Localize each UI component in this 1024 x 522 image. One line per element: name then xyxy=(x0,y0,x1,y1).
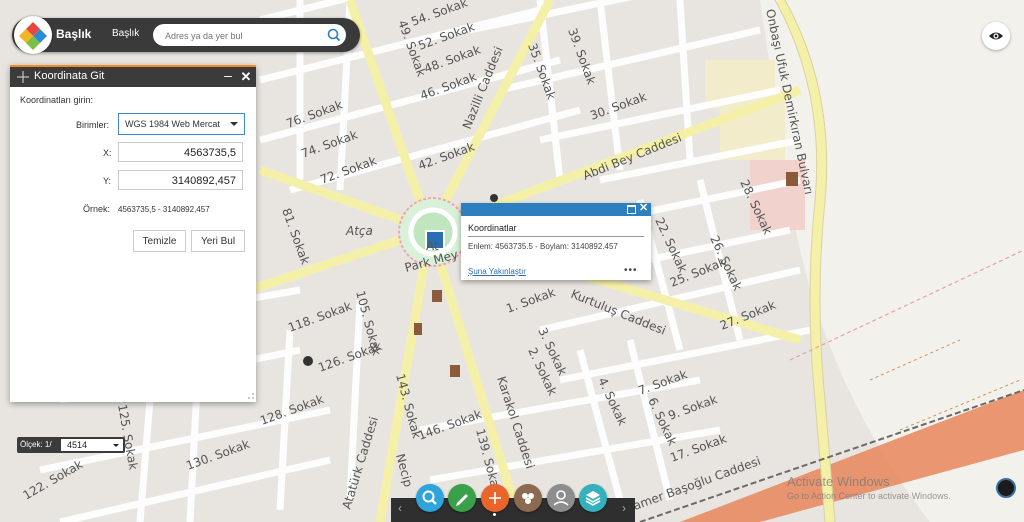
pencil-icon xyxy=(456,494,468,506)
coordinates-popup: ✕ Koordinatlar Enlem: 4563735.5 - Boylam… xyxy=(461,201,651,280)
chevron-down-icon xyxy=(230,122,238,126)
x-field[interactable]: 4563735,5 xyxy=(118,142,243,162)
y-field[interactable]: 3140892,457 xyxy=(118,170,243,190)
popup-header xyxy=(461,203,651,216)
panel-title: Koordinata Git xyxy=(34,70,105,82)
prompt-label: Koordinatları girin: xyxy=(20,95,94,105)
resize-handle-icon[interactable] xyxy=(247,392,255,400)
units-select[interactable]: WGS 1984 Web Mercat xyxy=(118,113,245,135)
coordinate-panel: Koordinata Git – ✕ Koordinatları girin: … xyxy=(10,65,256,402)
toolbar-next-icon[interactable]: › xyxy=(622,501,626,515)
zoom-to-link[interactable]: Şuna Yakınlaştır xyxy=(468,267,526,276)
app-logo xyxy=(14,16,52,54)
header-bar: Başlık Başlık xyxy=(12,16,360,54)
search-box xyxy=(153,24,346,46)
more-options-icon[interactable]: ••• xyxy=(624,265,638,276)
scale-label: Ölçek: 1/ xyxy=(20,440,52,449)
panel-header[interactable]: Koordinata Git – ✕ xyxy=(10,65,256,87)
search-icon xyxy=(422,490,437,505)
popup-close-icon[interactable]: ✕ xyxy=(639,201,648,214)
activation-watermark: Activate Windows Go to Action Center to … xyxy=(787,474,951,501)
search-icon xyxy=(327,28,341,42)
measure-icon xyxy=(489,492,501,504)
x-label: X: xyxy=(103,148,112,158)
popup-divider xyxy=(468,236,644,237)
tab-baslik[interactable]: Başlık xyxy=(112,28,139,39)
palette-icon xyxy=(522,493,534,504)
popup-coordinates: Enlem: 4563735.5 - Boylam: 3140892.457 xyxy=(468,242,618,251)
layers-tool-button[interactable] xyxy=(579,484,607,512)
clear-button[interactable]: Temizle xyxy=(133,230,186,252)
chevron-down-icon xyxy=(113,444,119,447)
visibility-button[interactable] xyxy=(982,22,1010,50)
units-value: WGS 1984 Web Mercat xyxy=(125,119,220,129)
map-label-atca-short: At xyxy=(426,239,439,253)
layers-icon xyxy=(585,491,601,506)
draw-tool-button[interactable] xyxy=(448,484,476,512)
maximize-icon[interactable] xyxy=(627,205,636,214)
popup-title: Koordinatlar xyxy=(468,223,517,233)
scale-select[interactable]: 4514 xyxy=(61,439,123,451)
basemap-tool-button[interactable] xyxy=(514,484,542,512)
watermark-line1: Activate Windows xyxy=(787,474,890,489)
measure-tool-button[interactable] xyxy=(481,484,509,512)
scale-control: Ölçek: 1/ 4514 xyxy=(17,437,125,453)
eye-icon xyxy=(989,32,1003,40)
app-title: Başlık xyxy=(56,27,92,41)
location-tool-button[interactable] xyxy=(547,484,575,512)
find-button[interactable]: Yeri Bul xyxy=(191,230,245,252)
units-label: Birimler: xyxy=(76,120,109,130)
watermark-line2: Go to Action Center to activate Windows. xyxy=(787,491,951,501)
scale-value: 4514 xyxy=(67,440,88,450)
user-location-icon xyxy=(553,490,569,506)
search-button[interactable] xyxy=(324,25,344,45)
minimize-icon[interactable]: – xyxy=(222,67,234,83)
example-label: Örnek: xyxy=(83,204,111,214)
y-label: Y: xyxy=(103,176,112,186)
map-label-atca: Atça xyxy=(345,224,373,238)
search-tool-button[interactable] xyxy=(416,484,444,512)
example-value: 4563735,5 - 3140892,457 xyxy=(118,205,210,214)
active-indicator xyxy=(493,513,496,516)
locate-me-button[interactable] xyxy=(996,478,1016,498)
toolbar-prev-icon[interactable]: ‹ xyxy=(398,501,402,515)
search-input[interactable] xyxy=(163,26,317,46)
close-icon[interactable]: ✕ xyxy=(239,69,253,85)
crosshair-icon xyxy=(17,71,29,83)
